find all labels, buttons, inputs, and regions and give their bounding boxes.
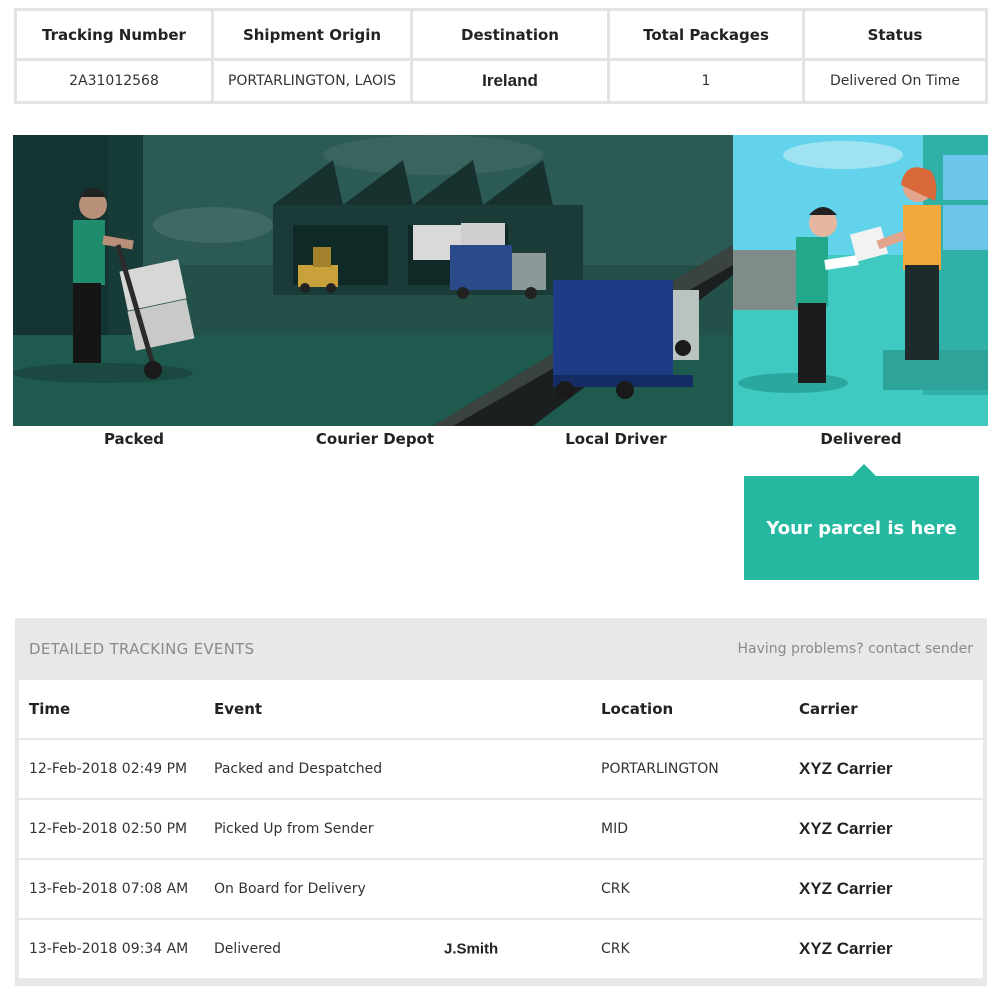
events-title: DETAILED TRACKING EVENTS xyxy=(29,640,255,658)
table-row: 12-Feb-2018 02:49 PM Packed and Despatch… xyxy=(19,740,983,800)
stage-packed: Packed xyxy=(103,430,165,448)
delivery-stages: Packed Courier Depot Local Driver Delive… xyxy=(13,430,988,456)
header-shipment-origin: Shipment Origin xyxy=(214,11,410,58)
current-status-callout: Your parcel is here xyxy=(744,464,979,580)
event-time: 13-Feb-2018 09:34 AM xyxy=(29,941,189,957)
events-table-header: Time Event Location Carrier xyxy=(19,680,983,740)
delivery-progress-illustration xyxy=(13,135,988,426)
header-tracking-number: Tracking Number xyxy=(17,11,211,58)
delivery-truck xyxy=(553,280,699,399)
event-location: CRK xyxy=(601,941,630,957)
shipment-summary-table: Tracking Number Shipment Origin Destinat… xyxy=(14,8,988,104)
contact-sender-link[interactable]: Having problems? contact sender xyxy=(738,641,973,657)
header-destination: Destination xyxy=(413,11,607,58)
events-table: Time Event Location Carrier 12-Feb-2018 … xyxy=(19,680,983,980)
status-value: Delivered On Time xyxy=(805,61,985,101)
event-location: CRK xyxy=(601,881,630,897)
header-status: Status xyxy=(805,11,985,58)
stage-courier-depot: Courier Depot xyxy=(315,430,435,448)
event-description: Picked Up from Sender xyxy=(214,821,374,837)
events-header: DETAILED TRACKING EVENTS Having problems… xyxy=(15,618,987,680)
column-location: Location xyxy=(601,700,674,718)
stage-local-driver: Local Driver xyxy=(565,430,667,448)
event-description: Delivered xyxy=(214,941,282,957)
header-total-packages: Total Packages xyxy=(610,11,802,58)
event-signature: J.Smith xyxy=(444,940,499,958)
stage-delivered: Delivered xyxy=(820,430,902,448)
event-description: On Board for Delivery xyxy=(214,881,366,897)
tracking-number-value: 2A31012568 xyxy=(17,61,211,101)
table-row: 13-Feb-2018 09:34 AM Delivered J.Smith C… xyxy=(19,920,983,980)
detailed-tracking-events: DETAILED TRACKING EVENTS Having problems… xyxy=(15,618,987,986)
event-carrier: XYZ Carrier xyxy=(799,759,893,778)
event-carrier: XYZ Carrier xyxy=(799,819,893,838)
shipment-origin-value: PORTARLINGTON, LAOIS xyxy=(214,61,410,101)
event-carrier: XYZ Carrier xyxy=(799,879,893,898)
event-time: 13-Feb-2018 07:08 AM xyxy=(29,881,189,897)
event-time: 12-Feb-2018 02:49 PM xyxy=(29,761,188,777)
total-packages-value: 1 xyxy=(610,61,802,101)
event-time: 12-Feb-2018 02:50 PM xyxy=(29,821,188,837)
table-row: 13-Feb-2018 07:08 AM On Board for Delive… xyxy=(19,860,983,920)
column-event: Event xyxy=(214,700,263,718)
column-time: Time xyxy=(29,700,71,718)
event-location: MID xyxy=(601,821,628,837)
table-row: 12-Feb-2018 02:50 PM Picked Up from Send… xyxy=(19,800,983,860)
event-location: PORTARLINGTON xyxy=(601,761,719,777)
event-description: Packed and Despatched xyxy=(214,761,383,777)
destination-value: Ireland xyxy=(413,61,607,101)
column-carrier: Carrier xyxy=(799,700,858,718)
callout-text: Your parcel is here xyxy=(766,517,957,539)
event-carrier: XYZ Carrier xyxy=(799,939,893,958)
